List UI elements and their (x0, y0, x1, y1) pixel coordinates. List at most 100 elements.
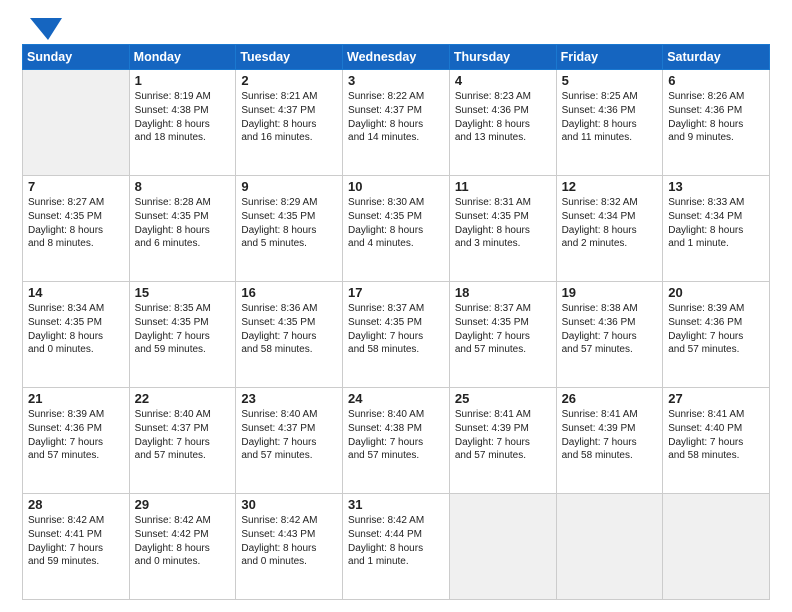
day-cell: 8Sunrise: 8:28 AM Sunset: 4:35 PM Daylig… (129, 176, 236, 282)
week-row-3: 14 Sunrise: 8:34 AM Sunset: 4:35 PM Dayli… (23, 282, 770, 388)
weekday-thursday: Thursday (449, 45, 556, 70)
day-detail: Sunrise: 8:32 AM Sunset: 4:34 PM Dayligh… (562, 196, 658, 251)
day-cell: 24 Sunrise: 8:40 AM Sunset: 4:38 PM Dayli… (343, 388, 450, 494)
day-cell: 21 Sunrise: 8:39 AM Sunset: 4:36 PM Dayli… (23, 388, 130, 494)
day-number: 24 (348, 391, 444, 406)
day-detail: Sunrise: 8:39 AM Sunset: 4:36 PM Dayligh… (28, 408, 124, 463)
day-number: 4 (455, 73, 551, 88)
day-number: 2 (241, 73, 337, 88)
day-cell: 6 Sunrise: 8:26 AM Sunset: 4:36 PM Daylig… (663, 70, 770, 176)
day-detail: Sunrise: 8:22 AM Sunset: 4:37 PM Dayligh… (348, 90, 444, 145)
day-number: 14 (28, 285, 124, 300)
day-cell: 27Sunrise: 8:41 AM Sunset: 4:40 PM Dayli… (663, 388, 770, 494)
day-detail: Sunrise: 8:27 AM Sunset: 4:35 PM Dayligh… (28, 196, 124, 251)
day-cell: 5 Sunrise: 8:25 AM Sunset: 4:36 PM Daylig… (556, 70, 663, 176)
day-cell: 1 Sunrise: 8:19 AM Sunset: 4:38 PM Daylig… (129, 70, 236, 176)
day-detail: Sunrise: 8:26 AM Sunset: 4:36 PM Dayligh… (668, 90, 764, 145)
day-cell: 31Sunrise: 8:42 AM Sunset: 4:44 PM Dayli… (343, 494, 450, 600)
day-detail: Sunrise: 8:37 AM Sunset: 4:35 PM Dayligh… (455, 302, 551, 357)
day-number: 22 (135, 391, 231, 406)
day-cell: 23 Sunrise: 8:40 AM Sunset: 4:37 PM Dayli… (236, 388, 343, 494)
day-cell: 7 Sunrise: 8:27 AM Sunset: 4:35 PM Daylig… (23, 176, 130, 282)
day-detail: Sunrise: 8:35 AM Sunset: 4:35 PM Dayligh… (135, 302, 231, 357)
day-cell: 11 Sunrise: 8:31 AM Sunset: 4:35 PM Dayli… (449, 176, 556, 282)
day-number: 1 (135, 73, 231, 88)
day-detail: Sunrise: 8:41 AM Sunset: 4:40 PM Dayligh… (668, 408, 764, 463)
day-detail: Sunrise: 8:19 AM Sunset: 4:38 PM Dayligh… (135, 90, 231, 145)
weekday-wednesday: Wednesday (343, 45, 450, 70)
day-cell: 12 Sunrise: 8:32 AM Sunset: 4:34 PM Dayli… (556, 176, 663, 282)
day-detail: Sunrise: 8:36 AM Sunset: 4:35 PM Dayligh… (241, 302, 337, 357)
day-detail: Sunrise: 8:39 AM Sunset: 4:36 PM Dayligh… (668, 302, 764, 357)
day-number: 16 (241, 285, 337, 300)
week-row-4: 21 Sunrise: 8:39 AM Sunset: 4:36 PM Dayli… (23, 388, 770, 494)
day-detail: Sunrise: 8:41 AM Sunset: 4:39 PM Dayligh… (455, 408, 551, 463)
day-number: 17 (348, 285, 444, 300)
day-cell: 28 Sunrise: 8:42 AM Sunset: 4:41 PM Dayli… (23, 494, 130, 600)
day-cell: 22 Sunrise: 8:40 AM Sunset: 4:37 PM Dayli… (129, 388, 236, 494)
day-detail: Sunrise: 8:23 AM Sunset: 4:36 PM Dayligh… (455, 90, 551, 145)
day-detail: Sunrise: 8:38 AM Sunset: 4:36 PM Dayligh… (562, 302, 658, 357)
day-detail: Sunrise: 8:29 AM Sunset: 4:35 PM Dayligh… (241, 196, 337, 251)
day-cell: 25 Sunrise: 8:41 AM Sunset: 4:39 PM Dayli… (449, 388, 556, 494)
day-cell: 20Sunrise: 8:39 AM Sunset: 4:36 PM Dayli… (663, 282, 770, 388)
week-row-1: 1 Sunrise: 8:19 AM Sunset: 4:38 PM Daylig… (23, 70, 770, 176)
day-detail: Sunrise: 8:40 AM Sunset: 4:38 PM Dayligh… (348, 408, 444, 463)
day-number: 19 (562, 285, 658, 300)
day-detail: Sunrise: 8:33 AM Sunset: 4:34 PM Dayligh… (668, 196, 764, 251)
day-detail: Sunrise: 8:42 AM Sunset: 4:43 PM Dayligh… (241, 514, 337, 569)
weekday-monday: Monday (129, 45, 236, 70)
weekday-header-row: SundayMondayTuesdayWednesdayThursdayFrid… (23, 45, 770, 70)
day-cell: 9 Sunrise: 8:29 AM Sunset: 4:35 PM Daylig… (236, 176, 343, 282)
day-detail: Sunrise: 8:42 AM Sunset: 4:41 PM Dayligh… (28, 514, 124, 569)
day-number: 6 (668, 73, 764, 88)
day-cell: 15 Sunrise: 8:35 AM Sunset: 4:35 PM Dayli… (129, 282, 236, 388)
day-cell (23, 70, 130, 176)
day-detail: Sunrise: 8:25 AM Sunset: 4:36 PM Dayligh… (562, 90, 658, 145)
day-cell: 14 Sunrise: 8:34 AM Sunset: 4:35 PM Dayli… (23, 282, 130, 388)
day-detail: Sunrise: 8:34 AM Sunset: 4:35 PM Dayligh… (28, 302, 124, 357)
day-number: 23 (241, 391, 337, 406)
day-cell: 18 Sunrise: 8:37 AM Sunset: 4:35 PM Dayli… (449, 282, 556, 388)
page: SundayMondayTuesdayWednesdayThursdayFrid… (0, 0, 792, 612)
day-cell: 16 Sunrise: 8:36 AM Sunset: 4:35 PM Dayli… (236, 282, 343, 388)
day-number: 10 (348, 179, 444, 194)
day-detail: Sunrise: 8:37 AM Sunset: 4:35 PM Dayligh… (348, 302, 444, 357)
day-number: 28 (28, 497, 124, 512)
day-number: 15 (135, 285, 231, 300)
day-number: 18 (455, 285, 551, 300)
day-number: 5 (562, 73, 658, 88)
day-cell: 17 Sunrise: 8:37 AM Sunset: 4:35 PM Dayli… (343, 282, 450, 388)
day-cell: 13Sunrise: 8:33 AM Sunset: 4:34 PM Dayli… (663, 176, 770, 282)
logo-icon (24, 18, 62, 40)
day-number: 9 (241, 179, 337, 194)
day-cell (663, 494, 770, 600)
day-number: 11 (455, 179, 551, 194)
day-cell: 3Sunrise: 8:22 AM Sunset: 4:37 PM Daylig… (343, 70, 450, 176)
weekday-sunday: Sunday (23, 45, 130, 70)
weekday-friday: Friday (556, 45, 663, 70)
day-cell: 19 Sunrise: 8:38 AM Sunset: 4:36 PM Dayli… (556, 282, 663, 388)
header (22, 18, 770, 34)
week-row-2: 7 Sunrise: 8:27 AM Sunset: 4:35 PM Daylig… (23, 176, 770, 282)
day-number: 12 (562, 179, 658, 194)
day-detail: Sunrise: 8:40 AM Sunset: 4:37 PM Dayligh… (241, 408, 337, 463)
day-cell (556, 494, 663, 600)
weekday-tuesday: Tuesday (236, 45, 343, 70)
day-number: 7 (28, 179, 124, 194)
day-cell: 30Sunrise: 8:42 AM Sunset: 4:43 PM Dayli… (236, 494, 343, 600)
day-cell: 2 Sunrise: 8:21 AM Sunset: 4:37 PM Daylig… (236, 70, 343, 176)
day-number: 25 (455, 391, 551, 406)
day-detail: Sunrise: 8:40 AM Sunset: 4:37 PM Dayligh… (135, 408, 231, 463)
day-detail: Sunrise: 8:41 AM Sunset: 4:39 PM Dayligh… (562, 408, 658, 463)
day-number: 31 (348, 497, 444, 512)
day-detail: Sunrise: 8:31 AM Sunset: 4:35 PM Dayligh… (455, 196, 551, 251)
day-cell: 29Sunrise: 8:42 AM Sunset: 4:42 PM Dayli… (129, 494, 236, 600)
day-detail: Sunrise: 8:30 AM Sunset: 4:35 PM Dayligh… (348, 196, 444, 251)
day-number: 29 (135, 497, 231, 512)
calendar-table: SundayMondayTuesdayWednesdayThursdayFrid… (22, 44, 770, 600)
logo (22, 18, 62, 34)
day-detail: Sunrise: 8:21 AM Sunset: 4:37 PM Dayligh… (241, 90, 337, 145)
day-number: 21 (28, 391, 124, 406)
day-cell (449, 494, 556, 600)
